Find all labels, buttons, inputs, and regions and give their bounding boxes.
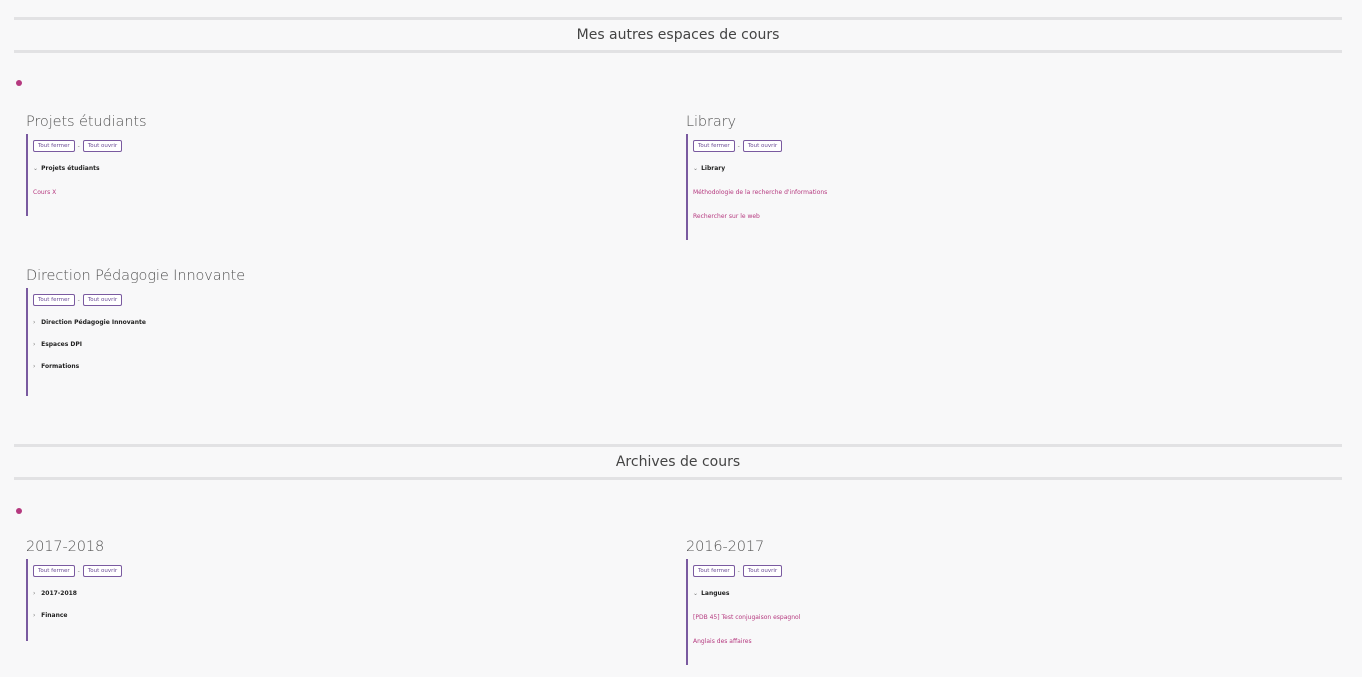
tree-node-label: Direction Pédagogie Innovante xyxy=(41,319,146,326)
close-all-button[interactable]: Tout fermer xyxy=(693,565,735,577)
course-link[interactable]: Anglais des affaires xyxy=(693,635,1286,649)
chevron-down-icon: ⌄ xyxy=(693,165,699,172)
chevron-right-icon: › xyxy=(33,363,36,370)
block-title: Projets étudiants xyxy=(26,114,147,130)
separator: - xyxy=(77,296,80,304)
close-all-button[interactable]: Tout fermer xyxy=(33,140,75,152)
expand-controls: Tout fermer - Tout ouvrir xyxy=(693,134,1286,154)
block-direction-pedagogie-innovante: Direction Pédagogie Innovante Tout ferme… xyxy=(26,268,626,396)
tree-node[interactable]: › Direction Pédagogie Innovante xyxy=(33,316,626,330)
chevron-down-icon: ⌄ xyxy=(693,590,699,597)
course-link[interactable]: [PDB 45] Test conjugaison espagnol xyxy=(693,611,1286,625)
section-title: Mes autres espaces de cours xyxy=(576,27,780,43)
tree-node[interactable]: ⌄ Projets étudiants xyxy=(33,162,626,176)
chevron-down-icon: ⌄ xyxy=(33,165,39,172)
expand-controls: Tout fermer - Tout ouvrir xyxy=(693,559,1286,579)
block-title: 2017-2018 xyxy=(26,539,105,555)
block-title: Direction Pédagogie Innovante xyxy=(26,268,246,284)
open-all-button[interactable]: Tout ouvrir xyxy=(742,565,783,577)
close-all-button[interactable]: Tout fermer xyxy=(33,294,75,306)
tree-node[interactable]: › 2017-2018 xyxy=(33,587,626,601)
chevron-right-icon: › xyxy=(33,590,36,597)
section-title: Archives de cours xyxy=(615,454,741,470)
expand-controls: Tout fermer - Tout ouvrir xyxy=(33,559,626,579)
separator: - xyxy=(77,142,80,150)
block-title: 2016-2017 xyxy=(686,539,765,555)
tree-node-label: 2017-2018 xyxy=(41,590,77,597)
expand-controls: Tout fermer - Tout ouvrir xyxy=(33,134,626,154)
block-body: Tout fermer - Tout ouvrir › 2017-2018 › … xyxy=(26,559,626,641)
section-header-archives: Archives de cours xyxy=(14,444,1342,480)
open-all-button[interactable]: Tout ouvrir xyxy=(82,294,123,306)
section-header-other-courses: Mes autres espaces de cours xyxy=(14,17,1342,53)
course-link[interactable]: Rechercher sur le web xyxy=(693,210,1286,224)
separator: - xyxy=(77,567,80,575)
separator: - xyxy=(737,142,740,150)
close-all-button[interactable]: Tout fermer xyxy=(33,565,75,577)
tree-node-label: Espaces DPI xyxy=(41,341,83,348)
section-marker-dot xyxy=(16,508,22,514)
chevron-right-icon: › xyxy=(33,341,36,348)
tree-node-label: Library xyxy=(701,165,726,172)
section-marker-dot xyxy=(16,80,22,86)
tree-node[interactable]: ⌄ Library xyxy=(693,162,1286,176)
open-all-button[interactable]: Tout ouvrir xyxy=(82,140,123,152)
block-body: Tout fermer - Tout ouvrir › Direction Pé… xyxy=(26,288,626,396)
open-all-button[interactable]: Tout ouvrir xyxy=(82,565,123,577)
tree-node-label: Langues xyxy=(701,590,730,597)
chevron-right-icon: › xyxy=(33,319,36,326)
course-link[interactable]: Cours X xyxy=(33,186,626,200)
block-projets-etudiants: Projets étudiants Tout fermer - Tout ouv… xyxy=(26,114,626,216)
block-library: Library Tout fermer - Tout ouvrir ⌄ Libr… xyxy=(686,114,1286,240)
open-all-button[interactable]: Tout ouvrir xyxy=(742,140,783,152)
tree-node-label: Formations xyxy=(41,363,80,370)
block-body: Tout fermer - Tout ouvrir ⌄ Langues [PDB… xyxy=(686,559,1286,665)
tree-node[interactable]: › Finance xyxy=(33,609,626,623)
block-2016-2017: 2016-2017 Tout fermer - Tout ouvrir ⌄ La… xyxy=(686,539,1286,665)
separator: - xyxy=(737,567,740,575)
page: Mes autres espaces de cours Projets étud… xyxy=(0,0,1362,677)
block-title: Library xyxy=(686,114,737,130)
close-all-button[interactable]: Tout fermer xyxy=(693,140,735,152)
block-2017-2018: 2017-2018 Tout fermer - Tout ouvrir › 20… xyxy=(26,539,626,641)
block-body: Tout fermer - Tout ouvrir ⌄ Projets étud… xyxy=(26,134,626,216)
tree-node[interactable]: › Formations xyxy=(33,360,626,374)
tree-node-label: Finance xyxy=(41,612,68,619)
tree-node[interactable]: ⌄ Langues xyxy=(693,587,1286,601)
chevron-right-icon: › xyxy=(33,612,36,619)
expand-controls: Tout fermer - Tout ouvrir xyxy=(33,288,626,308)
course-link[interactable]: Méthodologie de la recherche d'informati… xyxy=(693,186,1286,200)
block-body: Tout fermer - Tout ouvrir ⌄ Library Méth… xyxy=(686,134,1286,240)
tree-node[interactable]: › Espaces DPI xyxy=(33,338,626,352)
tree-node-label: Projets étudiants xyxy=(41,165,100,172)
